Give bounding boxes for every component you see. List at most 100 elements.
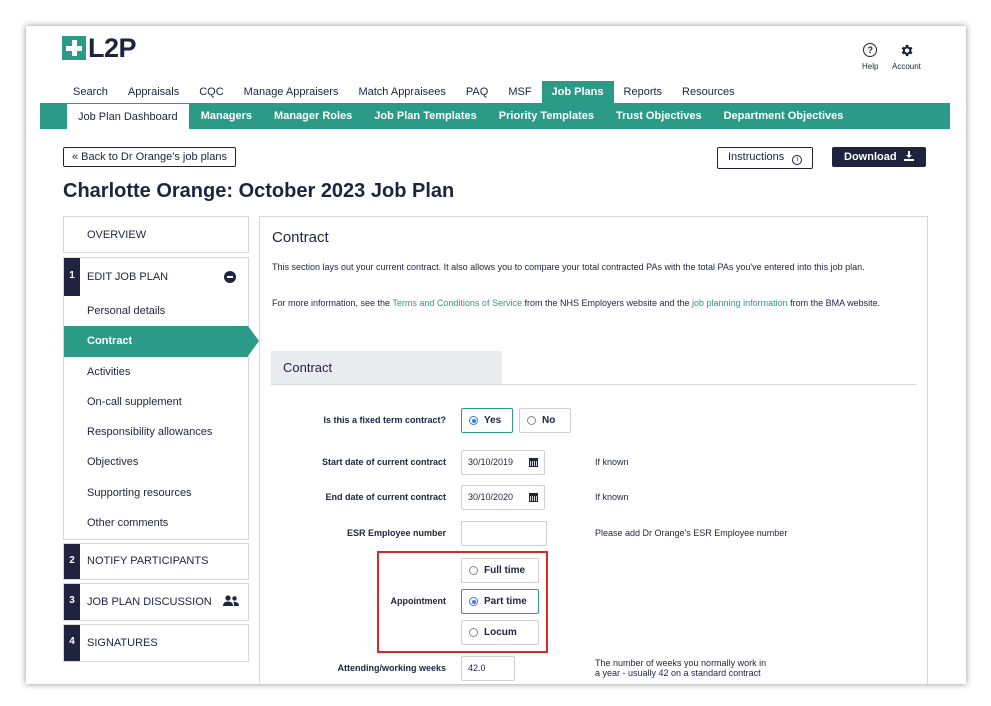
overview-label: OVERVIEW [87, 229, 147, 241]
account-link[interactable]: Account [892, 42, 921, 71]
start-date-value: 30/10/2019 [468, 457, 514, 467]
sidebar-item-other-comments[interactable]: Other comments [64, 508, 248, 538]
nav-match-appraisees[interactable]: Match Appraisees [348, 81, 455, 103]
subnav-trust-objectives[interactable]: Trust Objectives [605, 103, 713, 129]
subnav-managers[interactable]: Managers [190, 103, 263, 129]
app-window: L2P ? Help Account Search Appraisals CQC… [26, 26, 966, 684]
subnav-manager-roles[interactable]: Manager Roles [263, 103, 363, 129]
download-button[interactable]: Download [832, 147, 926, 167]
step-edit-header[interactable]: 1 EDIT JOB PLAN [64, 258, 248, 296]
nav-paq[interactable]: PAQ [456, 81, 498, 103]
nav-resources[interactable]: Resources [672, 81, 745, 103]
nav-manage-appraisers[interactable]: Manage Appraisers [234, 81, 349, 103]
download-icon [903, 151, 914, 161]
sidebar-item-objectives[interactable]: Objectives [64, 447, 248, 477]
sidebar-item-activities[interactable]: Activities [64, 357, 248, 387]
nav-reports[interactable]: Reports [614, 81, 673, 103]
nav-cqc[interactable]: CQC [189, 81, 233, 103]
end-date-field[interactable]: 30/10/2020 [461, 485, 545, 510]
job-planning-link[interactable]: job planning information [692, 298, 788, 308]
fixed-term-yes-radio[interactable]: Yes [461, 408, 513, 433]
step-label: NOTIFY PARTICIPANTS [87, 555, 209, 567]
info-icon: i [792, 155, 803, 165]
section-divider [271, 384, 917, 385]
calendar-icon[interactable] [529, 493, 538, 502]
option-label: Part time [484, 596, 527, 607]
end-date-hint: If known [595, 492, 629, 502]
option-label: Locum [484, 627, 517, 638]
top-nav: Search Appraisals CQC Manage Appraisers … [63, 81, 745, 103]
radio-dot [469, 416, 478, 425]
appointment-full-time-radio[interactable]: Full time [461, 558, 539, 583]
help-icon: ? [863, 43, 878, 57]
esr-input[interactable] [461, 521, 547, 546]
nav-msf[interactable]: MSF [498, 81, 541, 103]
sidebar-item-supporting-resources[interactable]: Supporting resources [64, 478, 248, 508]
option-label: Full time [484, 565, 526, 576]
esr-hint: Please add Dr Orange's ESR Employee numb… [595, 528, 788, 538]
weeks-hint-line1: The number of weeks you normally work in [595, 658, 767, 668]
appointment-label: Appointment [390, 596, 447, 606]
radio-dot [469, 597, 478, 606]
help-label: Help [862, 62, 879, 71]
weeks-input[interactable]: 42.0 [461, 656, 515, 681]
contract-section-tab: Contract [271, 351, 502, 385]
step-number: 4 [64, 625, 80, 661]
subnav-job-plan-dashboard[interactable]: Job Plan Dashboard [66, 103, 190, 129]
calendar-icon[interactable] [529, 458, 538, 467]
step-label: SIGNATURES [87, 637, 158, 649]
fixed-term-no-radio[interactable]: No [519, 408, 571, 433]
step-label: JOB PLAN DISCUSSION [87, 596, 212, 608]
step-number: 2 [64, 544, 80, 579]
nav-appraisals[interactable]: Appraisals [118, 81, 189, 103]
back-button[interactable]: « Back to Dr Orange's job plans [63, 147, 236, 167]
fixed-term-label: Is this a fixed term contract? [323, 415, 446, 425]
step-label: EDIT JOB PLAN [87, 271, 169, 283]
instructions-button[interactable]: Instructions i [717, 147, 814, 169]
subnav-job-plan-templates[interactable]: Job Plan Templates [363, 103, 488, 129]
radio-dot [527, 416, 536, 425]
radio-dot [469, 628, 478, 637]
end-date-label: End date of current contract [325, 492, 446, 502]
more-info-mid: from the NHS Employers website and the [521, 298, 693, 308]
collapse-icon[interactable] [224, 271, 236, 283]
terms-link[interactable]: Terms and Conditions of Service [392, 298, 522, 308]
step-number: 1 [64, 258, 80, 296]
account-label: Account [892, 62, 921, 71]
weeks-label: Attending/working weeks [337, 663, 446, 673]
option-label: Yes [484, 415, 502, 426]
sidebar-step-signatures[interactable]: 4 SIGNATURES [63, 624, 249, 662]
start-date-field[interactable]: 30/10/2019 [461, 450, 545, 475]
sidebar-step-discussion[interactable]: 3 JOB PLAN DISCUSSION [63, 583, 249, 621]
section-heading: Contract [272, 229, 329, 246]
more-info-suffix: from the BMA website. [787, 298, 881, 308]
start-date-hint: If known [595, 457, 629, 467]
help-link[interactable]: ? Help [862, 42, 878, 71]
sidebar-step-edit: 1 EDIT JOB PLAN Personal details Contrac… [63, 257, 259, 540]
nav-job-plans[interactable]: Job Plans [541, 81, 614, 103]
subnav-priority-templates[interactable]: Priority Templates [488, 103, 605, 129]
download-label: Download [844, 151, 897, 163]
sidebar-item-responsibility-allowances[interactable]: Responsibility allowances [64, 417, 248, 447]
sidebar-item-contract[interactable]: Contract [64, 326, 259, 357]
logo-text: L2P [88, 33, 137, 63]
logo[interactable]: L2P [62, 33, 137, 63]
option-label: No [542, 415, 556, 426]
sidebar-step-notify[interactable]: 2 NOTIFY PARTICIPANTS [63, 543, 249, 580]
subnav-department-objectives[interactable]: Department Objectives [713, 103, 855, 129]
esr-label: ESR Employee number [346, 528, 446, 538]
contract-panel: Contract This section lays out your curr… [259, 216, 928, 684]
sidebar-item-personal-details[interactable]: Personal details [64, 296, 248, 326]
appointment-locum-radio[interactable]: Locum [461, 620, 539, 645]
sidebar-overview[interactable]: OVERVIEW [63, 216, 249, 253]
gear-icon [898, 42, 914, 58]
sidebar-item-on-call-supplement[interactable]: On-call supplement [64, 387, 248, 417]
step-number: 3 [64, 584, 80, 620]
weeks-hint-line2: a year - usually 42 on a standard contra… [595, 668, 761, 678]
cross-icon [62, 36, 86, 60]
appointment-part-time-radio[interactable]: Part time [461, 589, 539, 614]
weeks-hint: The number of weeks you normally work in… [595, 658, 766, 678]
nav-search[interactable]: Search [63, 81, 118, 103]
users-icon [222, 595, 239, 606]
end-date-value: 30/10/2020 [468, 492, 514, 502]
